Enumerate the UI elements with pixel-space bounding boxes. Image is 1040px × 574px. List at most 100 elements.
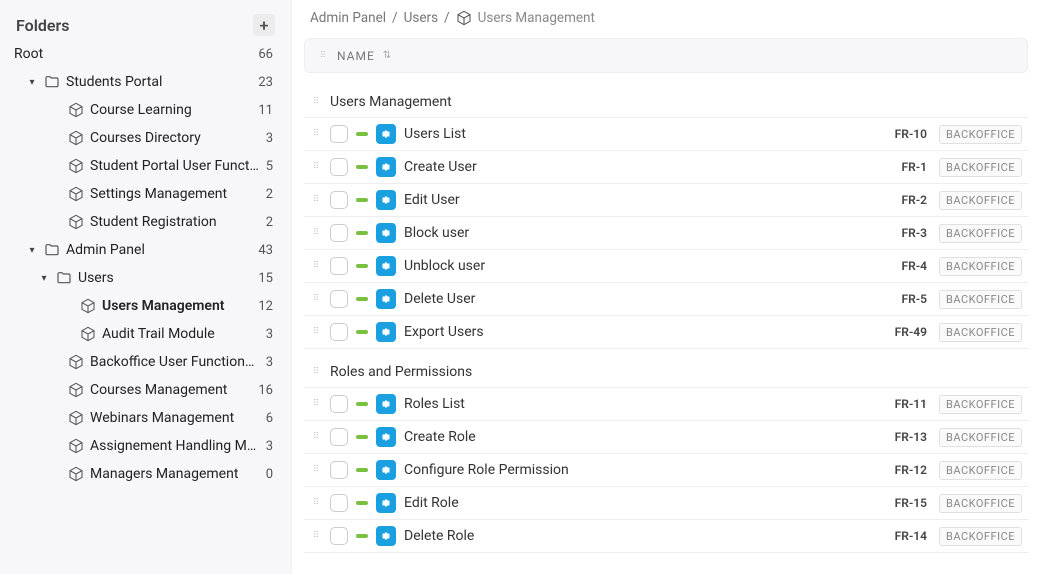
list-item[interactable]: Roles ListFR-11BACKOFFICE	[304, 388, 1028, 421]
tree-item[interactable]: ▾Backoffice User Functionality3	[10, 348, 281, 376]
tree-item-label: Student Registration	[90, 214, 260, 230]
column-header-row: NAME ⇅	[304, 38, 1028, 73]
item-title: Export Users	[404, 324, 887, 340]
tree-item-count: 16	[258, 383, 275, 398]
tree-item[interactable]: ▾Courses Management16	[10, 376, 281, 404]
grip-icon[interactable]	[310, 191, 322, 209]
tree-item[interactable]: ▾Course Learning11	[10, 96, 281, 124]
folders-header: Folders +	[10, 14, 281, 40]
checkbox[interactable]	[330, 158, 348, 176]
checkbox[interactable]	[330, 428, 348, 446]
grip-icon[interactable]	[310, 323, 322, 341]
list-item[interactable]: Create UserFR-1BACKOFFICE	[304, 151, 1028, 184]
item-tag: BACKOFFICE	[939, 428, 1022, 447]
checkbox[interactable]	[330, 527, 348, 545]
cube-icon	[68, 186, 84, 202]
list-item[interactable]: Delete UserFR-5BACKOFFICE	[304, 283, 1028, 316]
tree-item[interactable]: ▾Webinars Management6	[10, 404, 281, 432]
sidebar: Folders + Root 66 ▾Students Portal23▾Cou…	[0, 0, 292, 574]
list-item[interactable]: Edit UserFR-2BACKOFFICE	[304, 184, 1028, 217]
tree-item[interactable]: ▾Courses Directory3	[10, 124, 281, 152]
sort-icon[interactable]: ⇅	[383, 50, 392, 61]
item-type-icon	[376, 157, 396, 177]
grip-icon[interactable]	[310, 224, 322, 242]
item-title: Delete User	[404, 291, 894, 307]
item-code: FR-12	[895, 463, 931, 477]
tree-item[interactable]: ▾Student Registration2	[10, 208, 281, 236]
item-tag: BACKOFFICE	[939, 191, 1022, 210]
grip-icon[interactable]	[310, 428, 322, 446]
checkbox[interactable]	[330, 494, 348, 512]
grip-icon[interactable]	[310, 363, 322, 381]
grip-icon[interactable]	[310, 158, 322, 176]
chevron-down-icon[interactable]: ▾	[38, 273, 50, 284]
chevron-down-icon[interactable]: ▾	[26, 77, 38, 88]
checkbox[interactable]	[330, 191, 348, 209]
list-item[interactable]: Create RoleFR-13BACKOFFICE	[304, 421, 1028, 454]
list-item[interactable]: Export UsersFR-49BACKOFFICE	[304, 316, 1028, 349]
list-item[interactable]: Delete RoleFR-14BACKOFFICE	[304, 520, 1028, 553]
priority-indicator	[356, 198, 368, 202]
priority-indicator	[356, 501, 368, 505]
tree-item-count: 43	[258, 243, 275, 258]
breadcrumb-part-admin[interactable]: Admin Panel	[310, 10, 386, 26]
column-header-name[interactable]: NAME	[337, 49, 375, 63]
checkbox[interactable]	[330, 125, 348, 143]
item-code: FR-14	[895, 529, 931, 543]
priority-indicator	[356, 402, 368, 406]
tree-item-count: 0	[266, 467, 275, 482]
tree-item-count: 3	[266, 131, 275, 146]
item-tag: BACKOFFICE	[939, 125, 1022, 144]
tree-item-count: 3	[266, 327, 275, 342]
item-code: FR-5	[902, 292, 931, 306]
grip-icon[interactable]	[310, 395, 322, 413]
list-item[interactable]: Users ListFR-10BACKOFFICE	[304, 118, 1028, 151]
cube-icon	[68, 214, 84, 230]
breadcrumb-sep: /	[444, 10, 450, 26]
item-type-icon	[376, 460, 396, 480]
tree-item[interactable]: ▾Students Portal23	[10, 68, 281, 96]
list-item[interactable]: Configure Role PermissionFR-12BACKOFFICE	[304, 454, 1028, 487]
tree-root[interactable]: Root 66	[10, 40, 281, 68]
breadcrumb-sep: /	[392, 10, 398, 26]
list-item[interactable]: Block userFR-3BACKOFFICE	[304, 217, 1028, 250]
grip-icon[interactable]	[310, 290, 322, 308]
grip-icon[interactable]	[310, 527, 322, 545]
tree-item[interactable]: ▾Assignement Handling Module3	[10, 432, 281, 460]
checkbox[interactable]	[330, 290, 348, 308]
list-item[interactable]: Unblock userFR-4BACKOFFICE	[304, 250, 1028, 283]
grip-icon[interactable]	[310, 125, 322, 143]
grip-icon[interactable]	[317, 47, 329, 64]
item-type-icon	[376, 427, 396, 447]
tree-item-label: Settings Management	[90, 186, 260, 202]
breadcrumb: Admin Panel / Users / Users Management	[292, 0, 1040, 32]
item-code: FR-13	[895, 430, 931, 444]
item-tag: BACKOFFICE	[939, 257, 1022, 276]
tree-item[interactable]: ▾Audit Trail Module3	[10, 320, 281, 348]
tree-item[interactable]: ▾Settings Management2	[10, 180, 281, 208]
grip-icon[interactable]	[310, 461, 322, 479]
tree-item[interactable]: ▾Managers Management0	[10, 460, 281, 488]
breadcrumb-part-users[interactable]: Users	[404, 10, 438, 26]
chevron-down-icon[interactable]: ▾	[26, 245, 38, 256]
content-list: Users ManagementUsers ListFR-10BACKOFFIC…	[292, 73, 1040, 574]
grip-icon[interactable]	[310, 257, 322, 275]
checkbox[interactable]	[330, 395, 348, 413]
list-item[interactable]: Edit RoleFR-15BACKOFFICE	[304, 487, 1028, 520]
add-folder-button[interactable]: +	[253, 14, 275, 36]
tree-item[interactable]: ▾Users Management12	[10, 292, 281, 320]
tree-item-count: 15	[258, 271, 275, 286]
tree-item[interactable]: ▾Admin Panel43	[10, 236, 281, 264]
grip-icon[interactable]	[310, 494, 322, 512]
grip-icon[interactable]	[310, 93, 322, 111]
checkbox[interactable]	[330, 224, 348, 242]
tree-item[interactable]: ▾Users15	[10, 264, 281, 292]
checkbox[interactable]	[330, 461, 348, 479]
item-tag: BACKOFFICE	[939, 494, 1022, 513]
cube-icon	[68, 354, 84, 370]
checkbox[interactable]	[330, 323, 348, 341]
checkbox[interactable]	[330, 257, 348, 275]
folder-icon	[44, 74, 60, 90]
tree-item[interactable]: ▾Student Portal User Functionalities5	[10, 152, 281, 180]
item-tag: BACKOFFICE	[939, 527, 1022, 546]
